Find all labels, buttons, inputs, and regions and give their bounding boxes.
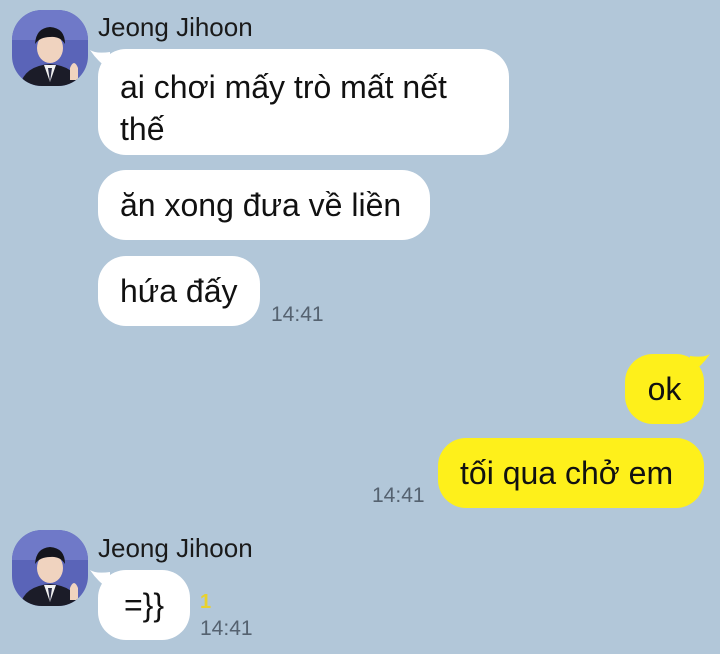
message-text: tối qua chở em [460,455,674,491]
message-text: ai chơi mấy trò mất nết thế [120,69,447,147]
message-bubble[interactable]: ăn xong đưa về liền [98,170,430,240]
sender-name: Jeong Jihoon [98,12,253,42]
message-text: =}} [123,587,165,623]
sender-avatar[interactable] [12,530,88,606]
message-bubble[interactable]: =}} [98,570,190,640]
timestamp: 14:41 [200,617,253,640]
message-text: ăn xong đưa về liền [120,187,402,223]
sender-avatar[interactable] [12,10,88,86]
message-bubble[interactable]: hứa đấy [98,256,260,326]
profile-photo-icon [12,10,88,86]
message-text: ok [647,371,682,407]
profile-photo-icon [12,530,88,606]
bubble-tail [690,354,710,374]
message-bubble[interactable]: ai chơi mấy trò mất nết thế [98,49,509,155]
sender-name: Jeong Jihoon [98,533,253,563]
unread-count-badge: 1 [200,591,212,613]
message-text: hứa đấy [120,273,238,309]
timestamp: 14:41 [271,303,324,326]
timestamp: 14:41 [372,484,425,507]
message-bubble[interactable]: tối qua chở em [438,438,704,508]
